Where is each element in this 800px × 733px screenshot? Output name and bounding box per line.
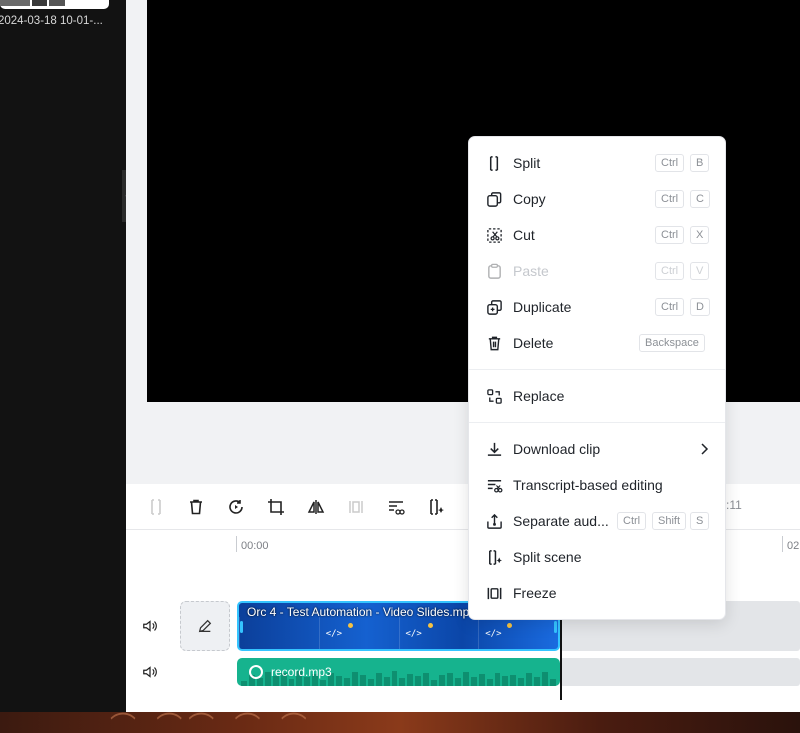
menu-item-delete[interactable]: Delete Backspace	[469, 325, 725, 361]
loop-icon	[229, 500, 243, 514]
trash-icon	[190, 499, 202, 515]
music-note-icon	[249, 665, 263, 679]
menu-item-transcript-editing[interactable]: Transcript-based editing	[469, 467, 725, 503]
delete-tool-button[interactable]	[185, 496, 207, 518]
shortcut-key: Ctrl	[617, 512, 647, 530]
video-clip-right-handle[interactable]	[554, 621, 557, 633]
audio-clip-title: record.mp3	[271, 665, 332, 679]
shortcut-key: Ctrl	[655, 262, 685, 280]
trash-icon	[485, 334, 503, 352]
menu-item-separate-audio[interactable]: Separate aud... Ctrl Shift S	[469, 503, 725, 539]
shortcut-key: V	[690, 262, 710, 280]
audio-track-empty[interactable]	[560, 658, 800, 686]
ruler-tick	[782, 536, 783, 552]
menu-item-download-clip[interactable]: Download clip	[469, 431, 725, 467]
video-editor: 2024-03-18 10-01-... ‹ :11 00:00 02	[0, 0, 800, 733]
shortcut-key: Ctrl	[655, 226, 685, 244]
chevron-right-icon	[701, 443, 709, 455]
speaker-icon	[143, 666, 157, 678]
shortcut-key: Ctrl	[655, 298, 685, 316]
menu-separator	[469, 369, 725, 370]
separate-audio-icon	[485, 512, 503, 530]
menu-item-copy[interactable]: Copy Ctrl C	[469, 181, 725, 217]
paste-icon	[485, 262, 503, 280]
split-tool-button[interactable]	[145, 496, 167, 518]
menu-item-label: Freeze	[513, 585, 557, 601]
shortcut-key: Ctrl	[655, 190, 685, 208]
duplicate-icon	[485, 298, 503, 316]
video-clip-left-handle[interactable]	[240, 621, 243, 633]
freeze-tool-button[interactable]	[345, 496, 367, 518]
shortcut-key: C	[690, 190, 710, 208]
flip-tool-button[interactable]	[305, 496, 327, 518]
shortcut-key: X	[690, 226, 710, 244]
menu-separator	[469, 422, 725, 423]
split-scene-tool-button[interactable]	[425, 496, 447, 518]
transcript-icon	[389, 501, 405, 515]
menu-item-label: Copy	[513, 191, 546, 207]
split-scene-icon	[430, 499, 444, 515]
context-menu: Split Ctrl B Copy Ctrl C Cut Ctrl X Past…	[468, 136, 726, 620]
flip-icon	[307, 500, 325, 514]
menu-item-label: Separate aud...	[513, 513, 609, 529]
copy-icon	[485, 190, 503, 208]
transcript-icon	[485, 476, 503, 494]
media-thumbnail-caption: 2024-03-18 10-01-...	[0, 15, 103, 27]
menu-item-label: Delete	[513, 335, 554, 351]
menu-item-label: Replace	[513, 388, 565, 404]
crop-icon	[268, 499, 284, 515]
menu-item-label: Download clip	[513, 441, 601, 457]
menu-item-label: Cut	[513, 227, 535, 243]
split-scene-icon	[485, 548, 503, 566]
speaker-icon	[143, 620, 157, 632]
menu-item-cut[interactable]: Cut Ctrl X	[469, 217, 725, 253]
menu-item-label: Duplicate	[513, 299, 572, 315]
media-panel: 2024-03-18 10-01-...	[0, 0, 126, 712]
split-icon	[485, 154, 503, 172]
shortcut-key: D	[690, 298, 710, 316]
pencil-icon	[198, 619, 212, 633]
cut-icon	[485, 226, 503, 244]
freeze-icon	[485, 584, 503, 602]
split-icon	[151, 499, 161, 515]
menu-item-replace[interactable]: Replace	[469, 378, 725, 414]
edit-cover-button[interactable]	[180, 601, 230, 651]
video-clip-frames: </> </> </>	[239, 617, 558, 649]
menu-item-paste[interactable]: Paste Ctrl V	[469, 253, 725, 289]
loop-tool-button[interactable]	[225, 496, 247, 518]
menu-item-label: Transcript-based editing	[513, 477, 663, 493]
video-clip-title: Orc 4 - Test Automation - Video Slides.m…	[247, 605, 477, 619]
menu-item-label: Split scene	[513, 549, 582, 565]
video-track-mute-button[interactable]	[141, 617, 159, 635]
menu-item-label: Split	[513, 155, 541, 171]
background-pattern: ⌒ ⌒⌒ ⌒ ⌒	[110, 712, 313, 733]
crop-tool-button[interactable]	[265, 496, 287, 518]
ruler-label-end: 02	[787, 540, 800, 552]
menu-item-freeze[interactable]: Freeze	[469, 575, 725, 611]
ruler-tick	[236, 536, 237, 552]
menu-item-split[interactable]: Split Ctrl B	[469, 145, 725, 181]
audio-clip[interactable]: record.mp3	[237, 658, 560, 686]
shortcut-key: B	[690, 154, 710, 172]
menu-item-label: Paste	[513, 263, 549, 279]
menu-item-duplicate[interactable]: Duplicate Ctrl D	[469, 289, 725, 325]
shortcut-key: S	[690, 512, 710, 530]
shortcut-key: Backspace	[639, 334, 705, 352]
freeze-icon	[349, 501, 363, 513]
transcript-tool-button[interactable]	[385, 496, 407, 518]
shortcut-key: Shift	[652, 512, 687, 530]
timeline-duration: :11	[726, 498, 742, 512]
taskbar-background: ⌒ ⌒⌒ ⌒ ⌒	[0, 712, 800, 733]
menu-item-split-scene[interactable]: Split scene	[469, 539, 725, 575]
shortcut-key: Ctrl	[655, 154, 685, 172]
replace-icon	[485, 387, 503, 405]
playhead[interactable]	[560, 620, 562, 700]
ruler-label-start: 00:00	[241, 540, 269, 552]
audio-track-mute-button[interactable]	[141, 663, 159, 681]
media-thumbnail[interactable]	[0, 0, 109, 9]
download-icon	[485, 440, 503, 458]
